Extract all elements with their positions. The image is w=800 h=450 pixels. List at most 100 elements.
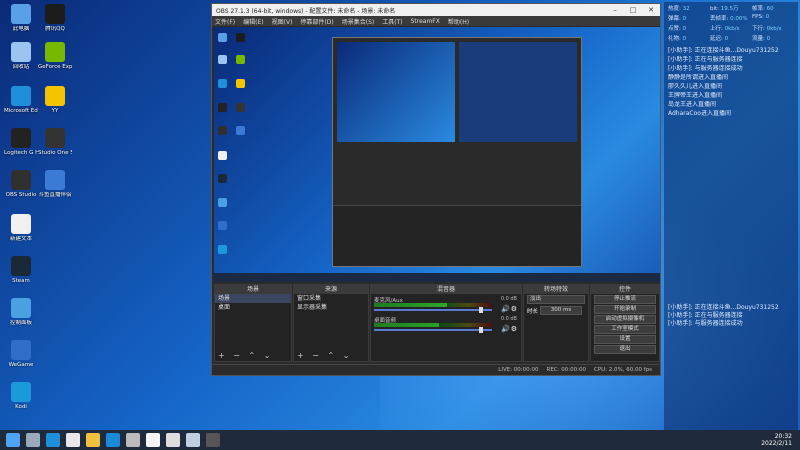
transition-duration-input[interactable]: 300 ms xyxy=(540,306,582,315)
scenes-toolbar[interactable]: + − ⌃ ⌄ xyxy=(218,351,273,360)
obs-docks: 场景 场景 桌面 + − ⌃ ⌄ 来源 窗口采集 显示器采集 + − ⌃ ⌄ 混… xyxy=(214,284,660,362)
chat-message: [小助手]: 正在连接斗鱼...Douyu731252 xyxy=(668,47,779,54)
menu-streamfx[interactable]: StreamFX xyxy=(411,18,440,25)
obs-statusbar: LIVE: 00:00:00 REC: 00:00:00 CPU: 2.0%, … xyxy=(212,364,660,375)
close-icon[interactable]: ✕ xyxy=(642,6,660,14)
douyu-icon[interactable] xyxy=(146,433,160,447)
desktop-icon[interactable]: 斗鱼直播伴侣 xyxy=(38,170,72,198)
stat-value: 19.5万 xyxy=(720,6,739,12)
volume-slider[interactable] xyxy=(374,327,492,333)
overlay-stat: 丢帧率: 0.00% xyxy=(710,14,752,22)
stat-value: 0 xyxy=(682,36,687,42)
obs-icon[interactable] xyxy=(206,433,220,447)
chat-log-message: [小助手]: 与服务器连接成功 xyxy=(668,320,743,327)
exit-button[interactable]: 退出 xyxy=(594,345,656,354)
obs-titlebar[interactable]: OBS 27.1.3 (64-bit, windows) - 配置文件: 未命名… xyxy=(212,4,660,16)
volume-knob[interactable] xyxy=(478,307,483,313)
preview-app-icon xyxy=(218,244,227,254)
maximize-icon[interactable]: □ xyxy=(624,6,642,14)
overlay-stat: bit: 19.5万 xyxy=(710,4,752,12)
preview-app-icon xyxy=(218,174,227,184)
danmaku-overlay: 热度: 32 bit: 19.5万 帧率: 60 弹幕: 0 丢帧率: 0.00% FPS… xyxy=(664,2,798,430)
desktop-icon-label: YY xyxy=(51,108,59,114)
preview-app-icon xyxy=(218,221,227,231)
stop-streaming-button[interactable]: 停止推流 xyxy=(594,295,656,304)
speaker-icon[interactable]: 🔊 xyxy=(501,305,510,313)
preview-app-icon xyxy=(218,102,227,112)
chat-message: 岛龙王进入直播间 xyxy=(668,101,717,108)
desktop-icon[interactable]: OBS Studio xyxy=(4,170,38,198)
desktop-icon[interactable]: Logitech G HUB xyxy=(4,128,38,156)
stat-key: 下行: xyxy=(752,26,765,32)
desktop-icon[interactable]: Microsoft Edge xyxy=(4,86,38,114)
menu-scene-collection[interactable]: 场景集合(S) xyxy=(342,17,375,26)
menu-tools[interactable]: 工具(T) xyxy=(382,17,402,26)
speaker-icon[interactable]: 🔊 xyxy=(501,325,510,333)
volume-meter xyxy=(374,323,492,327)
cpu-status: CPU: 2.0%, 60.00 fps xyxy=(593,367,652,373)
desktop-icon[interactable]: 控制面板 xyxy=(4,298,38,326)
stat-value: 0kb/s xyxy=(724,26,740,32)
virtual-camera-button[interactable]: 启动虚拟摄像机 xyxy=(594,315,656,324)
stat-value: 0 xyxy=(682,16,687,22)
settings-icon[interactable] xyxy=(126,433,140,447)
settings-button[interactable]: 设置 xyxy=(594,335,656,344)
transition-select[interactable]: 淡出 xyxy=(527,295,585,304)
edge-icon[interactable] xyxy=(46,433,60,447)
app-icon xyxy=(11,86,31,106)
scene-item[interactable]: 场景 xyxy=(215,294,291,303)
store-icon[interactable] xyxy=(66,433,80,447)
menu-view[interactable]: 视图(V) xyxy=(272,17,293,26)
minimize-icon[interactable]: – xyxy=(606,6,624,14)
stat-key: bit: xyxy=(710,6,720,12)
stat-value: 60 xyxy=(766,6,774,12)
desktop-icon-label: 腾讯QQ xyxy=(45,26,65,32)
menu-docks[interactable]: 停靠部件(D) xyxy=(300,17,333,26)
obs-preview[interactable] xyxy=(214,27,660,282)
desktop-icon[interactable]: Studio One 5 xyxy=(38,128,72,156)
desktop-icon[interactable]: Kodi xyxy=(4,382,38,410)
studio-mode-button[interactable]: 工作室模式 xyxy=(594,325,656,334)
search-icon[interactable] xyxy=(26,433,40,447)
qq-icon[interactable] xyxy=(106,433,120,447)
preview-app-icon xyxy=(218,150,227,160)
nested-window xyxy=(459,42,577,142)
scene-item[interactable]: 桌面 xyxy=(215,303,291,312)
chat-message: AdharaCoo进入直播间 xyxy=(668,110,731,117)
start-recording-button[interactable]: 开始录制 xyxy=(594,305,656,314)
folder-icon[interactable] xyxy=(86,433,100,447)
desktop-icon-label: Logitech G HUB xyxy=(4,150,38,156)
menu-file[interactable]: 文件(F) xyxy=(215,17,235,26)
desktop-icon[interactable]: 回收站 xyxy=(4,42,38,70)
volume-knob[interactable] xyxy=(478,327,483,333)
overlay-chat-log: [小助手]: 正在连接斗鱼...Douyu731252 [小助手]: 正在与服务器… xyxy=(664,302,783,330)
desktop-icon[interactable]: GeForce Experience xyxy=(38,42,72,70)
preview-app-icon xyxy=(236,126,245,136)
desktop-icon[interactable]: 新建文本 xyxy=(4,214,38,242)
controls-panel: 控件 停止推流 开始录制 启动虚拟摄像机 工作室模式 设置 退出 xyxy=(590,284,660,362)
taskbar-clock[interactable]: 20:32 2022/2/11 xyxy=(761,433,792,447)
chat-message: [小助手]: 与服务器连接成功 xyxy=(668,65,743,72)
overlay-stat: 礼物: 0 xyxy=(668,34,710,42)
gear-icon[interactable]: ⚙ xyxy=(511,305,517,313)
nested-preview xyxy=(337,42,455,142)
desktop-icon[interactable]: 腾讯QQ xyxy=(38,4,72,32)
app-icon xyxy=(45,86,65,106)
obs-window[interactable]: OBS 27.1.3 (64-bit, windows) - 配置文件: 未命名… xyxy=(211,3,661,376)
menu-help[interactable]: 帮助(H) xyxy=(448,17,469,26)
desktop: 此电脑 腾讯QQ 回收站 GeForce Experience Microsoft Ed… xyxy=(0,0,800,430)
studio-icon[interactable] xyxy=(166,433,180,447)
source-item[interactable]: 窗口采集 xyxy=(294,294,368,303)
desktop-icon[interactable]: WeGame xyxy=(4,340,38,368)
sources-toolbar[interactable]: + − ⌃ ⌄ xyxy=(297,351,352,360)
steam-icon[interactable] xyxy=(186,433,200,447)
desktop-icon[interactable]: 此电脑 xyxy=(4,4,38,32)
menu-edit[interactable]: 编辑(E) xyxy=(243,17,263,26)
source-item[interactable]: 显示器采集 xyxy=(294,303,368,312)
desktop-icon[interactable]: YY xyxy=(38,86,72,114)
volume-slider[interactable] xyxy=(374,307,492,313)
start-icon[interactable] xyxy=(6,433,20,447)
desktop-icon[interactable]: Steam xyxy=(4,256,38,284)
controls-title: 控件 xyxy=(591,285,659,294)
gear-icon[interactable]: ⚙ xyxy=(511,325,517,333)
